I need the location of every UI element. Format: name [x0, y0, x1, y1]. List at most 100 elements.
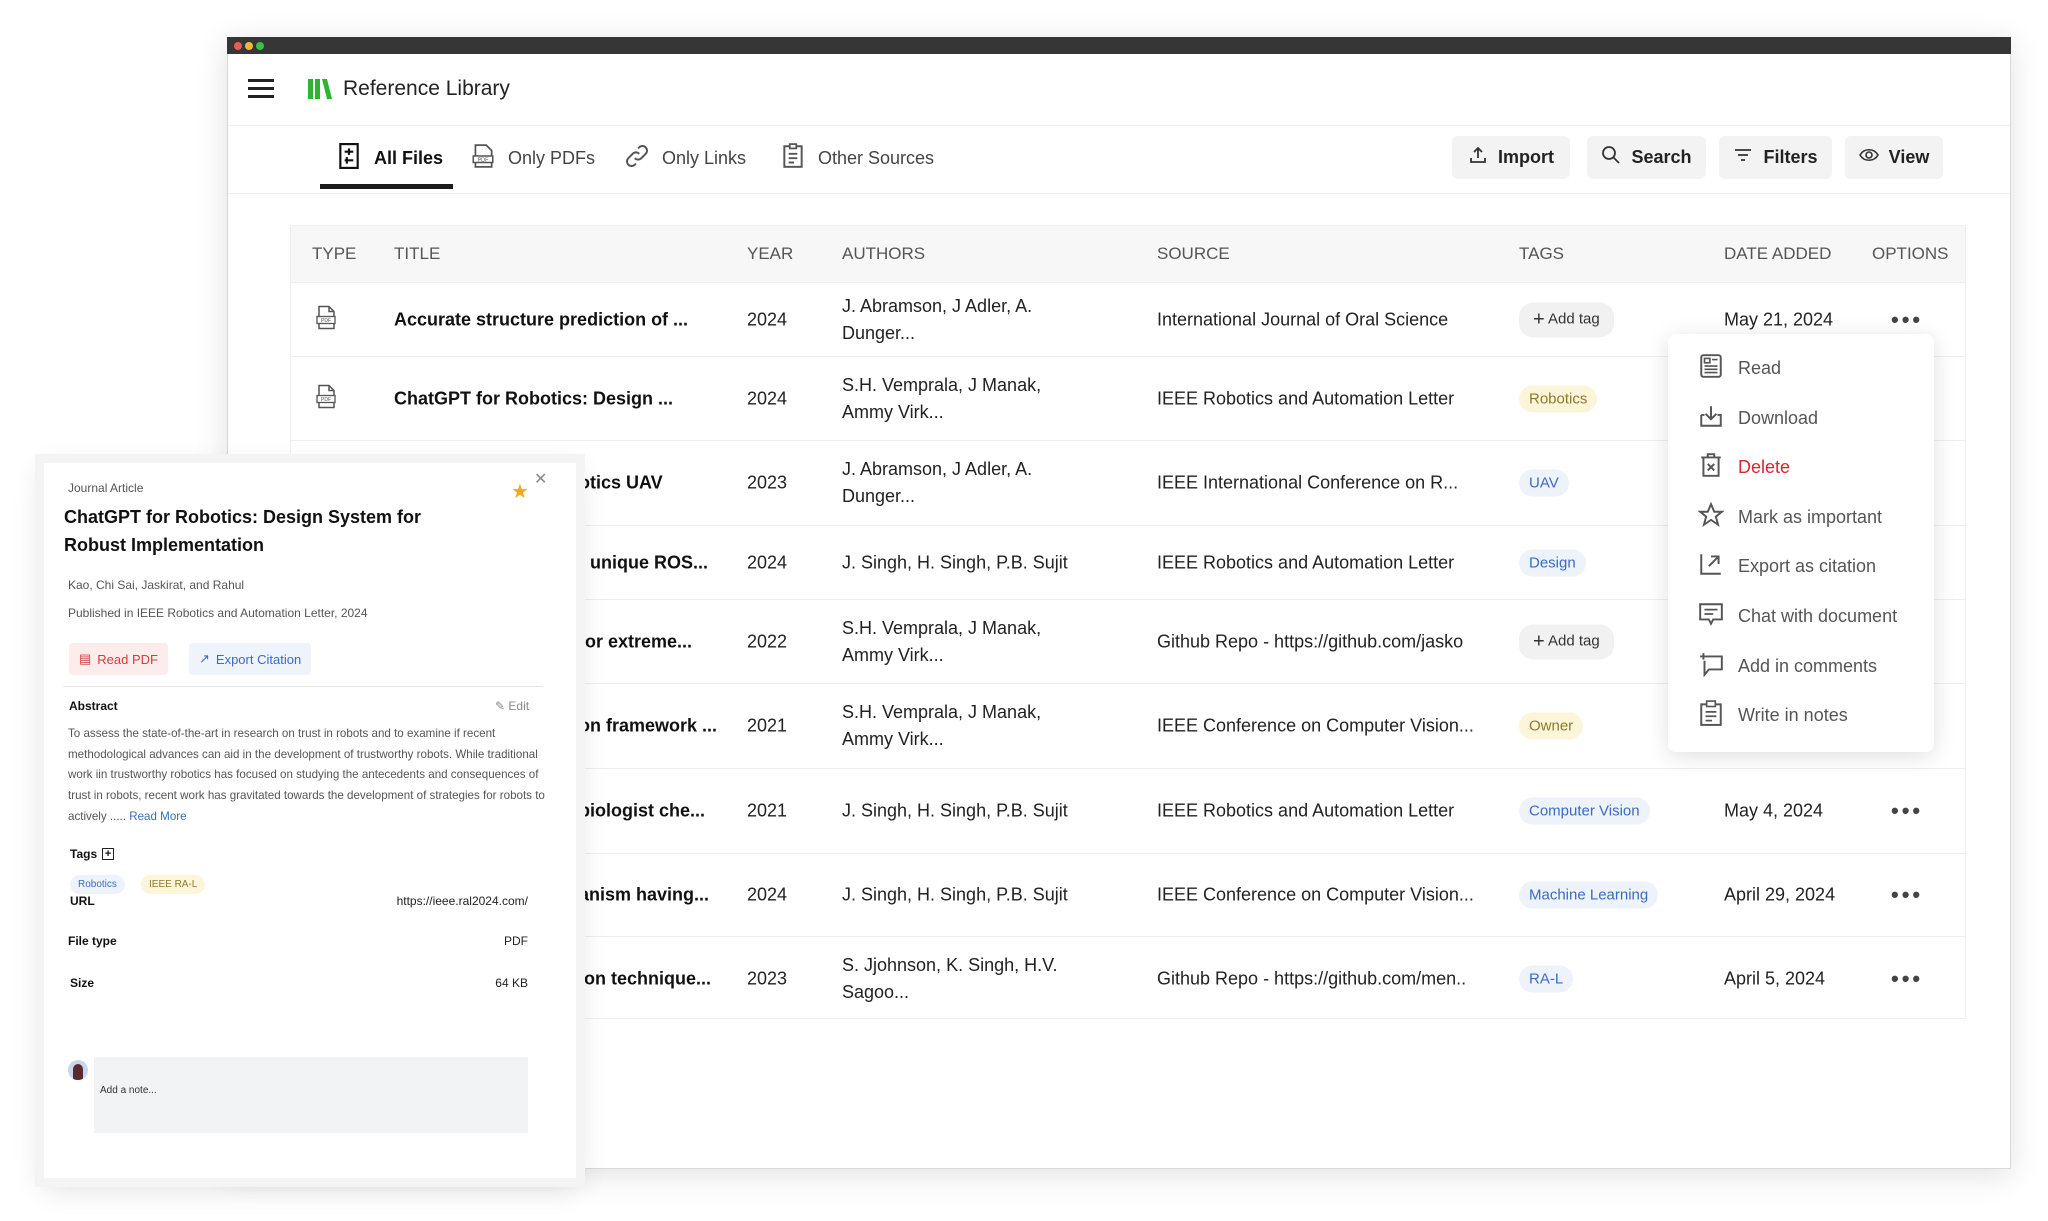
title-cell[interactable]: for extreme...: [579, 631, 692, 652]
column-header[interactable]: OPTIONS: [1872, 244, 1949, 264]
chat-icon: [1698, 601, 1724, 632]
tab-label: Only PDFs: [508, 147, 596, 168]
add-tag-button[interactable]: + Add tag: [1519, 302, 1614, 337]
title-cell[interactable]: ChatGPT for Robotics: Design ...: [394, 388, 673, 409]
tag-chip[interactable]: RA-L: [1519, 965, 1574, 992]
menu-item-add-in-comments[interactable]: Add in comments: [1698, 651, 1877, 682]
active-tab-indicator: [320, 184, 453, 189]
tab-all-files[interactable]: All Files: [336, 142, 443, 174]
column-header[interactable]: AUTHORS: [842, 244, 925, 264]
menu-item-export-as-citation[interactable]: Export as citation: [1698, 551, 1876, 582]
tab-label: Only Links: [662, 147, 747, 168]
add-tag-button[interactable]: + Add tag: [1519, 624, 1614, 659]
link-icon: [624, 143, 650, 174]
authors-cell: J. Singh, H. Singh, P.B. Sujit: [842, 800, 1068, 821]
tab-only-links[interactable]: Only Links: [624, 143, 746, 173]
export-citation-button[interactable]: ↗ Export Citation: [189, 643, 312, 675]
title-cell[interactable]: Accurate structure prediction of ...: [394, 309, 688, 330]
edit-label: Edit: [508, 699, 530, 713]
add-tag-icon[interactable]: +: [102, 848, 115, 860]
url-label: URL: [70, 894, 95, 908]
source-cell: IEEE Robotics and Automation Letter: [1157, 552, 1455, 572]
year-cell: 2022: [747, 631, 788, 651]
more-options-icon[interactable]: •••: [1891, 307, 1923, 333]
source-cell: International Journal of Oral Science: [1157, 309, 1449, 329]
tag-chip[interactable]: IEEE RA-L: [141, 875, 206, 894]
more-options-icon[interactable]: •••: [1891, 882, 1923, 908]
filters-button[interactable]: Filters: [1719, 136, 1832, 179]
tag-chip[interactable]: Owner: [1519, 712, 1584, 740]
title-cell[interactable]: biologist che...: [579, 801, 705, 822]
title-cell[interactable]: t unique ROS...: [579, 552, 708, 573]
tag-chip[interactable]: Robotics: [1519, 385, 1598, 412]
column-header[interactable]: TAGS: [1519, 244, 1564, 264]
column-header[interactable]: TITLE: [394, 244, 440, 264]
trash-icon: [1698, 452, 1724, 483]
document-published: Published in IEEE Robotics and Automatio…: [68, 606, 368, 620]
read-pdf-button[interactable]: ▤ Read PDF: [69, 643, 168, 675]
tag-chip[interactable]: UAV: [1519, 469, 1569, 497]
menu-item-label: Read: [1738, 358, 1782, 378]
plus-icon: +: [1533, 630, 1545, 652]
import-button[interactable]: Import: [1452, 136, 1570, 179]
tag-chip[interactable]: Machine Learning: [1519, 881, 1659, 909]
more-options-icon[interactable]: •••: [1891, 966, 1923, 992]
column-header[interactable]: DATE ADDED: [1724, 244, 1831, 264]
close-icon[interactable]: ✕: [534, 469, 547, 489]
hamburger-menu-icon[interactable]: [248, 78, 274, 98]
authors-cell: S.H. Vemprala, J Manak, Ammy Virk...: [842, 374, 1042, 422]
menu-item-mark-as-important[interactable]: Mark as important: [1697, 501, 1883, 533]
menu-item-label: Add in comments: [1738, 655, 1878, 676]
menu-item-delete[interactable]: Delete: [1698, 452, 1790, 483]
file-type-label: File type: [68, 934, 117, 948]
edit-button[interactable]: ✎ Edit: [495, 699, 529, 713]
tab-other-sources[interactable]: Other Sources: [780, 142, 934, 173]
close-window-button[interactable]: [234, 42, 242, 50]
more-options-icon[interactable]: •••: [1891, 798, 1923, 824]
column-header[interactable]: SOURCE: [1157, 244, 1230, 264]
divider: [228, 193, 2010, 194]
download-icon: [1698, 403, 1724, 434]
divider: [228, 125, 2010, 126]
document-authors: Kao, Chi Sai, Jaskirat, and Rahul: [68, 578, 245, 592]
url-value[interactable]: https://ieee.ral2024.com/: [397, 894, 528, 908]
date-cell: May 4, 2024: [1724, 800, 1824, 821]
source-cell: IEEE Conference on Computer Vision...: [1157, 715, 1474, 736]
title-cell[interactable]: ion technique...: [579, 968, 711, 989]
tag-chip[interactable]: Robotics: [70, 875, 125, 894]
note-input[interactable]: Add a note...: [94, 1057, 528, 1133]
authors-cell: S. Jjohnson, K. Singh, H.V. Sagoo...: [842, 954, 1058, 1002]
menu-item-chat-with-document[interactable]: Chat with document: [1698, 601, 1897, 632]
document-type: Journal Article: [68, 481, 144, 495]
svg-text:PDF: PDF: [478, 157, 490, 163]
sliders-icon: [336, 142, 362, 174]
year-cell: 2021: [747, 800, 788, 821]
maximize-window-button[interactable]: [256, 42, 264, 50]
menu-item-label: Export as citation: [1738, 556, 1877, 577]
search-icon: [1601, 145, 1621, 170]
search-button[interactable]: Search: [1587, 136, 1706, 179]
title-cell[interactable]: on framework ...: [579, 716, 717, 737]
column-header[interactable]: YEAR: [747, 244, 793, 264]
view-button[interactable]: View: [1845, 136, 1943, 179]
minimize-window-button[interactable]: [245, 42, 253, 50]
menu-item-label: Delete: [1738, 457, 1791, 478]
star-icon[interactable]: ★: [511, 479, 529, 504]
tag-chip[interactable]: Computer Vision: [1519, 797, 1650, 825]
source-cell: Github Repo - https://github.com/jasko: [1157, 631, 1464, 651]
read-more-link[interactable]: Read More: [129, 810, 186, 823]
tag-chip[interactable]: Design: [1519, 549, 1586, 576]
menu-item-download[interactable]: Download: [1698, 403, 1818, 434]
title-cell[interactable]: otics UAV: [579, 473, 663, 494]
column-header[interactable]: TYPE: [312, 244, 356, 264]
year-cell: 2023: [747, 968, 788, 988]
tags-label: Tags: [70, 847, 98, 861]
title-cell[interactable]: anism having...: [579, 885, 709, 906]
tab-only-pdfs[interactable]: PDF Only PDFs: [470, 143, 595, 173]
view-label: View: [1888, 147, 1930, 167]
menu-item-write-in-notes[interactable]: Write in notes: [1698, 700, 1848, 731]
menu-item-label: Chat with document: [1738, 606, 1898, 626]
details-panel: Journal Article ★ ✕ ChatGPT for Robotics…: [44, 463, 576, 1178]
menu-item-read[interactable]: Read: [1698, 353, 1781, 384]
menu-item-label: Mark as important: [1738, 506, 1883, 527]
